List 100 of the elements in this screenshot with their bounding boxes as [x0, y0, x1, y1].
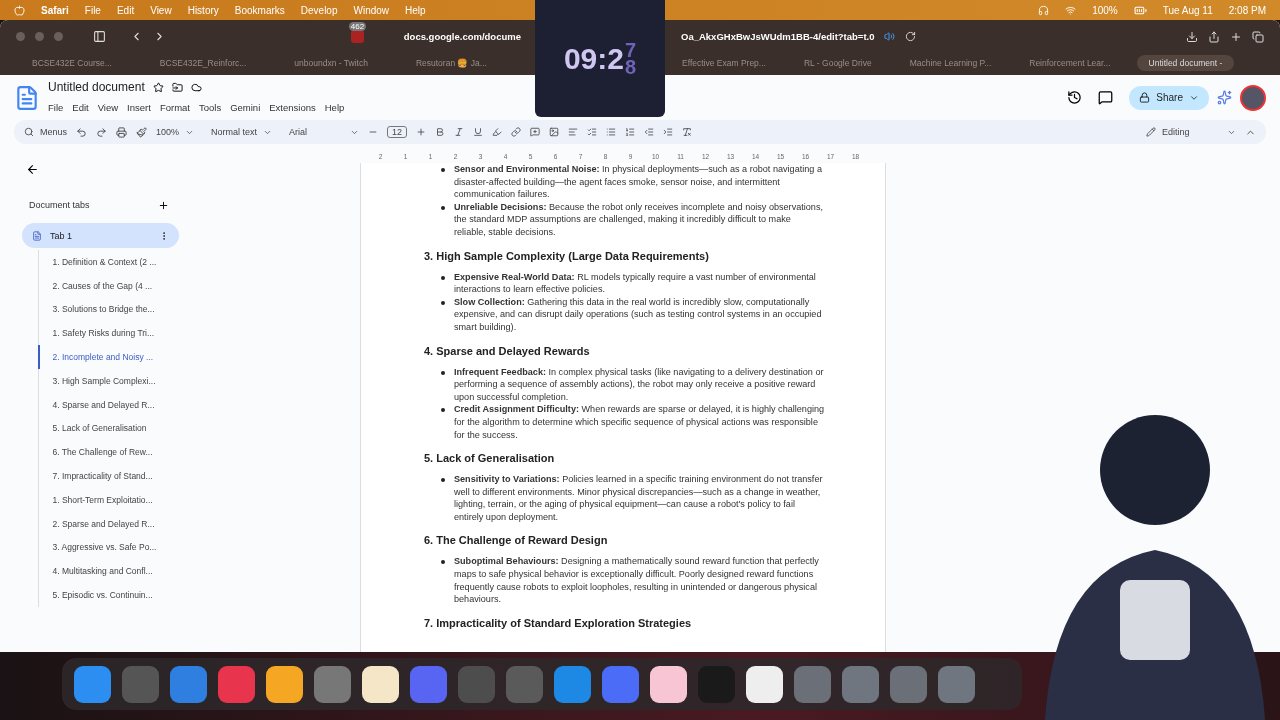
- share-icon[interactable]: [1208, 30, 1220, 43]
- menu-item[interactable]: Tools: [198, 102, 222, 113]
- url-text[interactable]: Oa_AkxGHxBwJsWUdm1BB-4/edit?tab=t.0: [681, 31, 875, 42]
- browser-tab[interactable]: Effective Exam Prep...: [670, 55, 778, 71]
- increase-size-icon[interactable]: [416, 127, 427, 137]
- font-size-field[interactable]: 12: [387, 126, 408, 138]
- menu-item[interactable]: View: [97, 102, 119, 113]
- outline-item[interactable]: 3. Aggressive vs. Safe Po...: [37, 535, 360, 560]
- section-heading: 5. Lack of Generalisation: [424, 452, 556, 465]
- paint-format-icon[interactable]: [136, 126, 147, 138]
- bullet-text: Credit Assignment Difficulty: When rewards are sparse or delayed, it is highly challenging for the algorithm to determine which specific sequence of physical actions was responsible for the success.: [454, 403, 825, 442]
- bullet-text: Unreliable Decisions: Because the robot only receives incomplete and noisy observations, the standard MDP assumptions are challenged, making it incredibly difficult to make reliable, stable decisions.: [454, 200, 824, 239]
- redo-icon[interactable]: [96, 126, 107, 138]
- url-text[interactable]: docs.google.com/docume: [403, 31, 521, 42]
- print-icon[interactable]: [116, 126, 127, 138]
- format-icon[interactable]: [625, 127, 636, 137]
- format-icon[interactable]: [682, 127, 693, 137]
- timer-digit: 8: [624, 58, 637, 76]
- browser-tab[interactable]: Untitled document -: [1136, 55, 1235, 71]
- window-zoom-button[interactable]: [54, 32, 63, 41]
- image-icon[interactable]: [549, 127, 560, 137]
- format-icon[interactable]: [568, 127, 579, 137]
- comment-icon[interactable]: [1098, 90, 1114, 105]
- underline-icon[interactable]: [473, 127, 484, 137]
- window-close-button[interactable]: [16, 32, 25, 41]
- document-tab[interactable]: Tab 1: [22, 223, 179, 248]
- link-icon[interactable]: [511, 127, 522, 137]
- reload-icon[interactable]: [905, 31, 917, 42]
- cloud-icon[interactable]: [190, 81, 202, 93]
- sidebar-icon[interactable]: [93, 30, 106, 43]
- outline-item[interactable]: 6. The Challenge of Rew...: [37, 440, 360, 465]
- app-icon[interactable]: [746, 665, 783, 703]
- menu-item[interactable]: Format: [159, 102, 190, 113]
- search-menus-field[interactable]: Menus: [24, 127, 67, 137]
- timer-text: 09:2: [563, 41, 624, 76]
- app-icon[interactable]: [650, 665, 687, 703]
- browser-tab[interactable]: Machine Learning P...: [897, 55, 1004, 71]
- undo-icon[interactable]: [76, 126, 87, 138]
- browser-tab[interactable]: BCSE432E Course...: [20, 55, 124, 71]
- new-tab-icon[interactable]: [1230, 30, 1242, 43]
- tabs-overview-icon[interactable]: [1252, 30, 1264, 43]
- bold-icon[interactable]: [435, 127, 446, 137]
- download-icon[interactable]: [1186, 30, 1198, 43]
- docs-logo-icon[interactable]: [14, 84, 40, 111]
- browser-tab[interactable]: BCSE432E_Reinforc...: [147, 55, 259, 71]
- headphones-icon[interactable]: [1038, 4, 1050, 16]
- add-comment-icon[interactable]: [530, 127, 541, 137]
- menu-item[interactable]: Gemini: [230, 102, 261, 113]
- zoom-dropdown[interactable]: 100%: [156, 127, 195, 137]
- italic-icon[interactable]: [454, 127, 465, 137]
- outline-item[interactable]: 4. Multitasking and Confl...: [37, 559, 360, 584]
- style-dropdown[interactable]: Normal text: [211, 127, 273, 137]
- app-icon[interactable]: [266, 665, 303, 703]
- outline-item[interactable]: 5. Lack of Generalisation: [37, 416, 360, 441]
- sparkle-icon[interactable]: [1217, 90, 1232, 105]
- share-button[interactable]: Share: [1129, 85, 1209, 110]
- menu-time: 2:08 PM: [1228, 4, 1266, 16]
- window-minimize-button[interactable]: [35, 32, 44, 41]
- outline-item[interactable]: 3. High Sample Complexi...: [37, 369, 360, 393]
- outline-item[interactable]: 2. Causes of the Gap (4 ...: [37, 273, 360, 298]
- outline-item[interactable]: 4. Sparse and Delayed R...: [37, 392, 360, 417]
- back-arrow-icon[interactable]: [26, 163, 39, 176]
- format-icon[interactable]: [644, 127, 655, 137]
- format-icon[interactable]: [587, 127, 598, 137]
- browser-tab[interactable]: Resutoran 🍔 Ja...: [403, 55, 499, 71]
- outline-item[interactable]: 1. Short-Term Exploitatio...: [37, 487, 360, 512]
- speaker-icon[interactable]: [884, 31, 896, 42]
- app-icon[interactable]: [362, 665, 399, 703]
- star-icon[interactable]: [152, 81, 164, 93]
- history-icon[interactable]: [1067, 90, 1083, 105]
- outline-item[interactable]: 2. Sparse and Delayed R...: [37, 511, 360, 536]
- format-icon[interactable]: [606, 127, 617, 137]
- folder-icon[interactable]: [171, 81, 183, 93]
- section-heading: 7. Impracticality of Standard Exploration Strategies: [424, 616, 693, 629]
- menu-item[interactable]: Extensions: [269, 102, 316, 113]
- bullet-icon: [441, 205, 445, 210]
- document-title[interactable]: Untitled document: [48, 80, 145, 94]
- mode-dropdown[interactable]: Editing: [1146, 127, 1236, 137]
- format-icon[interactable]: [663, 127, 674, 137]
- font-dropdown[interactable]: Arial: [289, 127, 360, 137]
- outline-item[interactable]: 7. Impracticality of Stand...: [37, 464, 360, 488]
- menu-item[interactable]: Insert: [127, 102, 151, 113]
- menu-item[interactable]: File: [48, 102, 64, 113]
- bullet-text: Expensive Real-World Data: RL models typically require a vast number of environmental interactions to learn effective policies.: [454, 270, 817, 296]
- outline-item[interactable]: 5. Episodic vs. Continuin...: [37, 583, 360, 607]
- add-tab-icon[interactable]: [158, 200, 169, 211]
- highlighter-icon[interactable]: [492, 127, 503, 137]
- outline-item[interactable]: 1. Definition & Context (2 ...: [37, 250, 360, 274]
- outline-item[interactable]: 1. Safety Risks during Tri...: [37, 321, 360, 346]
- avatar[interactable]: [1240, 84, 1266, 111]
- menu-item[interactable]: Help: [324, 102, 345, 113]
- apple-icon[interactable]: [14, 4, 25, 16]
- browser-tab[interactable]: unboundxn - Twitch: [282, 55, 380, 71]
- extension-icon[interactable]: [350, 30, 364, 43]
- browser-tab[interactable]: Reinforcement Lear...: [1017, 55, 1123, 71]
- sidebar-title: Document tabs: [29, 200, 90, 211]
- wifi-icon[interactable]: [1065, 4, 1077, 16]
- menu-item[interactable]: Edit: [72, 102, 89, 113]
- outline-item[interactable]: 3. Solutions to Bridge the...: [37, 297, 360, 322]
- browser-tab[interactable]: RL - Google Drive: [791, 55, 884, 71]
